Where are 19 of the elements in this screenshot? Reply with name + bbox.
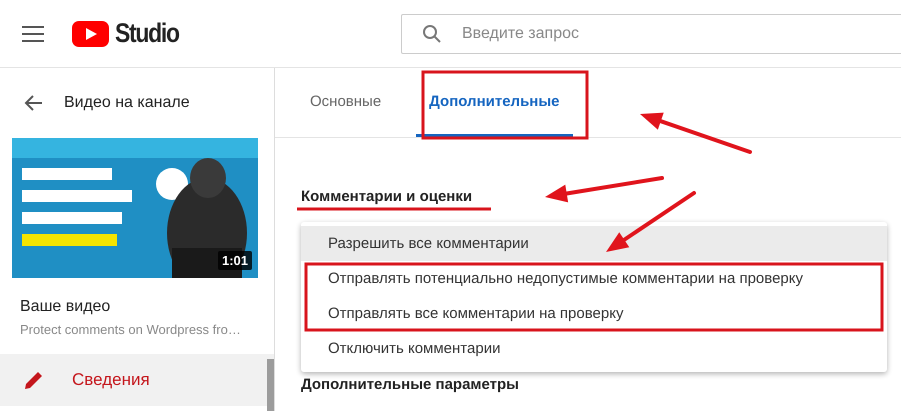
logo-text: Studio bbox=[115, 18, 179, 49]
play-logo-icon bbox=[72, 20, 109, 46]
search-field[interactable]: Введите запрос bbox=[401, 14, 901, 54]
menu-item[interactable]: Разрешить все комментарии bbox=[301, 226, 887, 261]
tab[interactable]: Дополнительные bbox=[416, 68, 573, 137]
menu-item[interactable]: Отправлять потенциально недопустимые комментарии на проверку bbox=[301, 261, 887, 296]
menu-icon[interactable] bbox=[22, 26, 44, 42]
video-heading: Ваше видео bbox=[20, 298, 112, 316]
section-heading: Дополнительные параметры bbox=[301, 376, 519, 393]
section-heading: Комментарии и оценки bbox=[301, 188, 472, 205]
tab[interactable]: Основные bbox=[297, 68, 394, 137]
scrollbar-thumb[interactable] bbox=[267, 359, 274, 411]
sidebar-item[interactable]: Сведения bbox=[0, 354, 274, 406]
video-title: Protect comments on Wordpress fro… bbox=[20, 322, 242, 337]
menu-item[interactable]: Отправлять все комментарии на проверку bbox=[301, 296, 887, 331]
menu-item[interactable]: Отключить комментарии bbox=[301, 331, 887, 366]
duration-badge: 1:01 bbox=[218, 251, 252, 270]
back-label: Видео на канале bbox=[64, 94, 190, 112]
search-icon bbox=[422, 24, 442, 44]
